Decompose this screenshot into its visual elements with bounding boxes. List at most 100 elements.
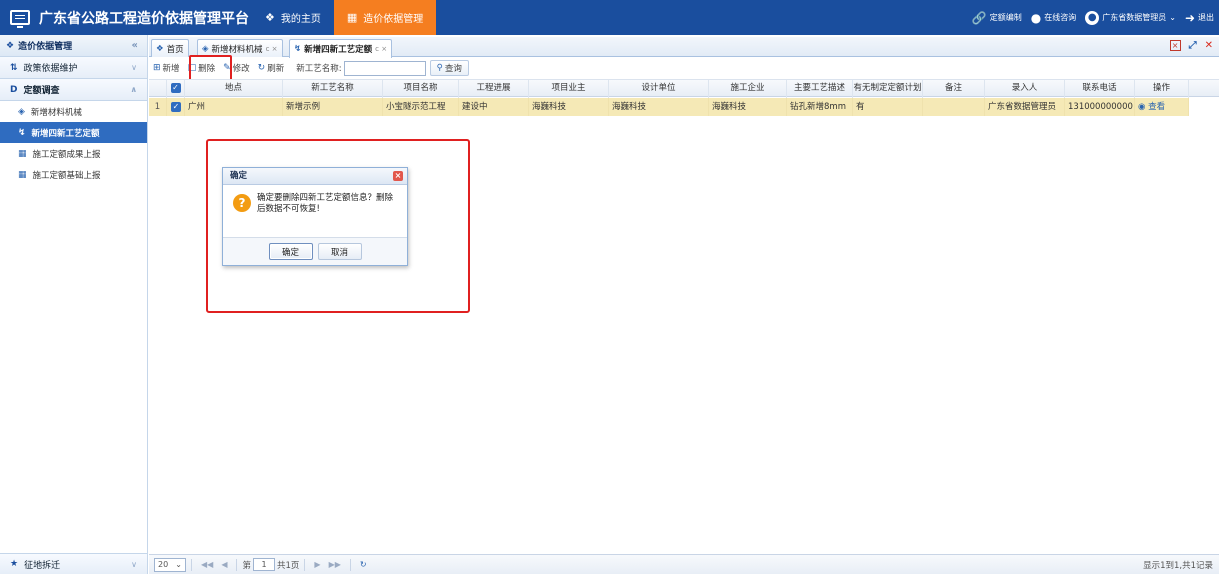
nav-home[interactable]: ❖ 我的主页	[252, 0, 334, 35]
page-size-select[interactable]: 20 ⌄	[154, 557, 186, 572]
cell-action[interactable]: ◉ 查看	[1135, 98, 1189, 116]
nav-cost-basis[interactable]: ▦ 造价依据管理	[333, 0, 437, 35]
sidebar-item-new-material[interactable]: ◈ 新增材料机械	[0, 101, 147, 122]
column-header[interactable]: 操作	[1135, 80, 1189, 98]
add-label: 新增	[162, 64, 180, 74]
toolbar: ⊞ 新增 □ 删除 ✎ 修改 ↻ 刷新 新工艺名称: ⚲ 查询	[149, 58, 1219, 78]
close-icon[interactable]: ✕	[1205, 40, 1213, 51]
sidebar-item-result-report[interactable]: ▦ 施工定额成果上报	[0, 143, 147, 164]
pager-divider	[304, 558, 306, 571]
column-header[interactable]: 施工企业	[709, 80, 787, 98]
dialog-message-line2: 后数据不可恢复!	[257, 204, 320, 214]
sidebar-group-land[interactable]: ★ 征地拆迁 ∨	[0, 553, 147, 574]
refresh-icon: ↻	[257, 63, 266, 73]
refresh-icon[interactable]: ↻	[360, 560, 367, 569]
pager-info: 显示1到1,共1记录	[1143, 560, 1213, 571]
tab-home[interactable]: ❖ 首页	[151, 39, 189, 57]
column-header[interactable]: 有无制定定额计划	[853, 80, 923, 98]
monitor-icon	[10, 10, 30, 28]
pager: 20 ⌄ ◀◀ ◀ 第 1 共1页 ▶ ▶▶ ↻ 显示1到1,共1记录	[149, 554, 1219, 574]
sidebar-item-new-process[interactable]: ↯ 新增四新工艺定额	[0, 122, 147, 143]
search-icon: ⚲	[436, 63, 443, 73]
cell-builder: 海巍科技	[709, 98, 787, 116]
sidebar-group-quota-survey[interactable]: D 定额调查 ∧	[0, 79, 147, 101]
pager-divider	[236, 558, 238, 571]
consult-link[interactable]: ● 在线咨询	[1031, 11, 1076, 25]
question-icon: ?	[233, 194, 251, 212]
tab-close-icon[interactable]: c ×	[375, 45, 387, 53]
row-checkbox[interactable]: ✓	[167, 98, 185, 116]
tab-label: 新增材料机械	[211, 44, 263, 55]
column-header[interactable]: 项目名称	[383, 80, 459, 98]
dialog-title: 确定 ×	[223, 168, 407, 185]
sidebar-item-label: 新增材料机械	[30, 107, 82, 118]
home-icon: ❖	[156, 43, 164, 54]
last-page-icon[interactable]: ▶▶	[329, 560, 341, 569]
column-header[interactable]: 工程进展	[459, 80, 529, 98]
column-header[interactable]: 联系电话	[1065, 80, 1135, 98]
refresh-button[interactable]: ↻ 刷新	[254, 59, 289, 77]
chevron-up-icon: ∧	[130, 85, 138, 94]
app-title: 广东省公路工程造价依据管理平台	[39, 10, 249, 27]
bell-icon: ●	[1030, 10, 1042, 25]
header-checkbox[interactable]: ✓	[167, 80, 185, 98]
next-page-icon[interactable]: ▶	[314, 560, 320, 569]
cell-location: 广州	[185, 98, 283, 116]
prev-page-icon[interactable]: ◀	[221, 560, 227, 569]
dialog-title-label: 确定	[230, 171, 248, 181]
sidebar-group-policy[interactable]: ⇅ 政策依据维护 ∨	[0, 57, 147, 79]
view-link[interactable]: 查看	[1148, 102, 1165, 112]
edit-label: 修改	[232, 64, 250, 74]
first-page-icon[interactable]: ◀◀	[201, 560, 213, 569]
user-name: 广东省数据管理员	[1102, 13, 1167, 22]
column-header[interactable]: 录入人	[985, 80, 1065, 98]
column-header[interactable]: 地点	[185, 80, 283, 98]
column-header[interactable]: 备注	[923, 80, 985, 98]
search-button[interactable]: ⚲ 查询	[429, 60, 469, 76]
sidebar-item-basic-report[interactable]: ▦ 施工定额基础上报	[0, 164, 147, 185]
table-row[interactable]: 1 ✓ 广州 新增示例 小宝隧示范工程 建设中 海巍科技 海巍科技 海巍科技 钻…	[149, 98, 1189, 116]
process-name-input[interactable]	[343, 60, 426, 76]
ok-button[interactable]: 确定	[268, 243, 313, 260]
column-header[interactable]: 主要工艺描述	[787, 80, 853, 98]
logout-button[interactable]: ➜ 退出	[1185, 11, 1214, 25]
page-label: 第	[242, 560, 251, 571]
dialog-body: ? 确定要删除四新工艺定额信息？删除 后数据不可恢复!	[223, 185, 407, 238]
cell-progress: 建设中	[459, 98, 529, 116]
quota-link[interactable]: 🔗 定额编制	[972, 11, 1022, 25]
avatar-icon: ●	[1085, 10, 1100, 25]
add-button[interactable]: ⊞ 新增	[149, 59, 184, 77]
sidebar-group-label: 政策依据维护	[23, 64, 78, 74]
process-name-label: 新工艺名称:	[296, 64, 342, 74]
close-box-icon[interactable]: ×	[1169, 40, 1181, 51]
search-label: 查询	[444, 64, 462, 74]
policy-icon: ⇅	[10, 62, 18, 73]
tab-new-process[interactable]: ↯ 新增四新工艺定额 c ×	[289, 39, 393, 58]
process-icon: ↯	[294, 44, 302, 54]
header-rownum	[149, 80, 167, 98]
column-header[interactable]: 项目业主	[529, 80, 609, 98]
page-input[interactable]: 1	[252, 558, 275, 571]
user-menu[interactable]: ● 广东省数据管理员 ⌄	[1085, 10, 1176, 25]
cancel-button[interactable]: 取消	[317, 243, 362, 260]
sidebar-item-label: 施工定额成果上报	[32, 149, 101, 160]
tab-label: 首页	[166, 44, 184, 55]
top-bar: 广东省公路工程造价依据管理平台 ❖ 我的主页 ▦ 造价依据管理 🔗 定额编制 ●…	[0, 0, 1219, 35]
cell-entered-by: 广东省数据管理员	[985, 98, 1065, 116]
sidebar-footer-label: 征地拆迁	[24, 560, 61, 571]
column-header[interactable]: 新工艺名称	[283, 80, 383, 98]
collapse-icon[interactable]: «	[132, 40, 138, 51]
sidebar-header: ❖ 造价依据管理 «	[0, 35, 147, 57]
page-total: 共1页	[276, 560, 300, 571]
close-icon[interactable]: ×	[393, 171, 403, 181]
tab-close-icon[interactable]: c ×	[266, 45, 278, 53]
cell-design: 海巍科技	[609, 98, 709, 116]
highlight-frame-delete	[189, 55, 232, 82]
grid-header: ✓ 地点 新工艺名称 项目名称 工程进展 项目业主 设计单位 施工企业 主要工艺…	[149, 79, 1219, 98]
column-header[interactable]: 设计单位	[609, 80, 709, 98]
expand-icon[interactable]: ⤢	[1189, 40, 1197, 51]
eye-icon: ◉	[1138, 102, 1146, 112]
grid-icon: ▦	[346, 11, 358, 24]
page-size-value: 20	[158, 560, 169, 569]
consult-label: 在线咨询	[1044, 13, 1077, 22]
